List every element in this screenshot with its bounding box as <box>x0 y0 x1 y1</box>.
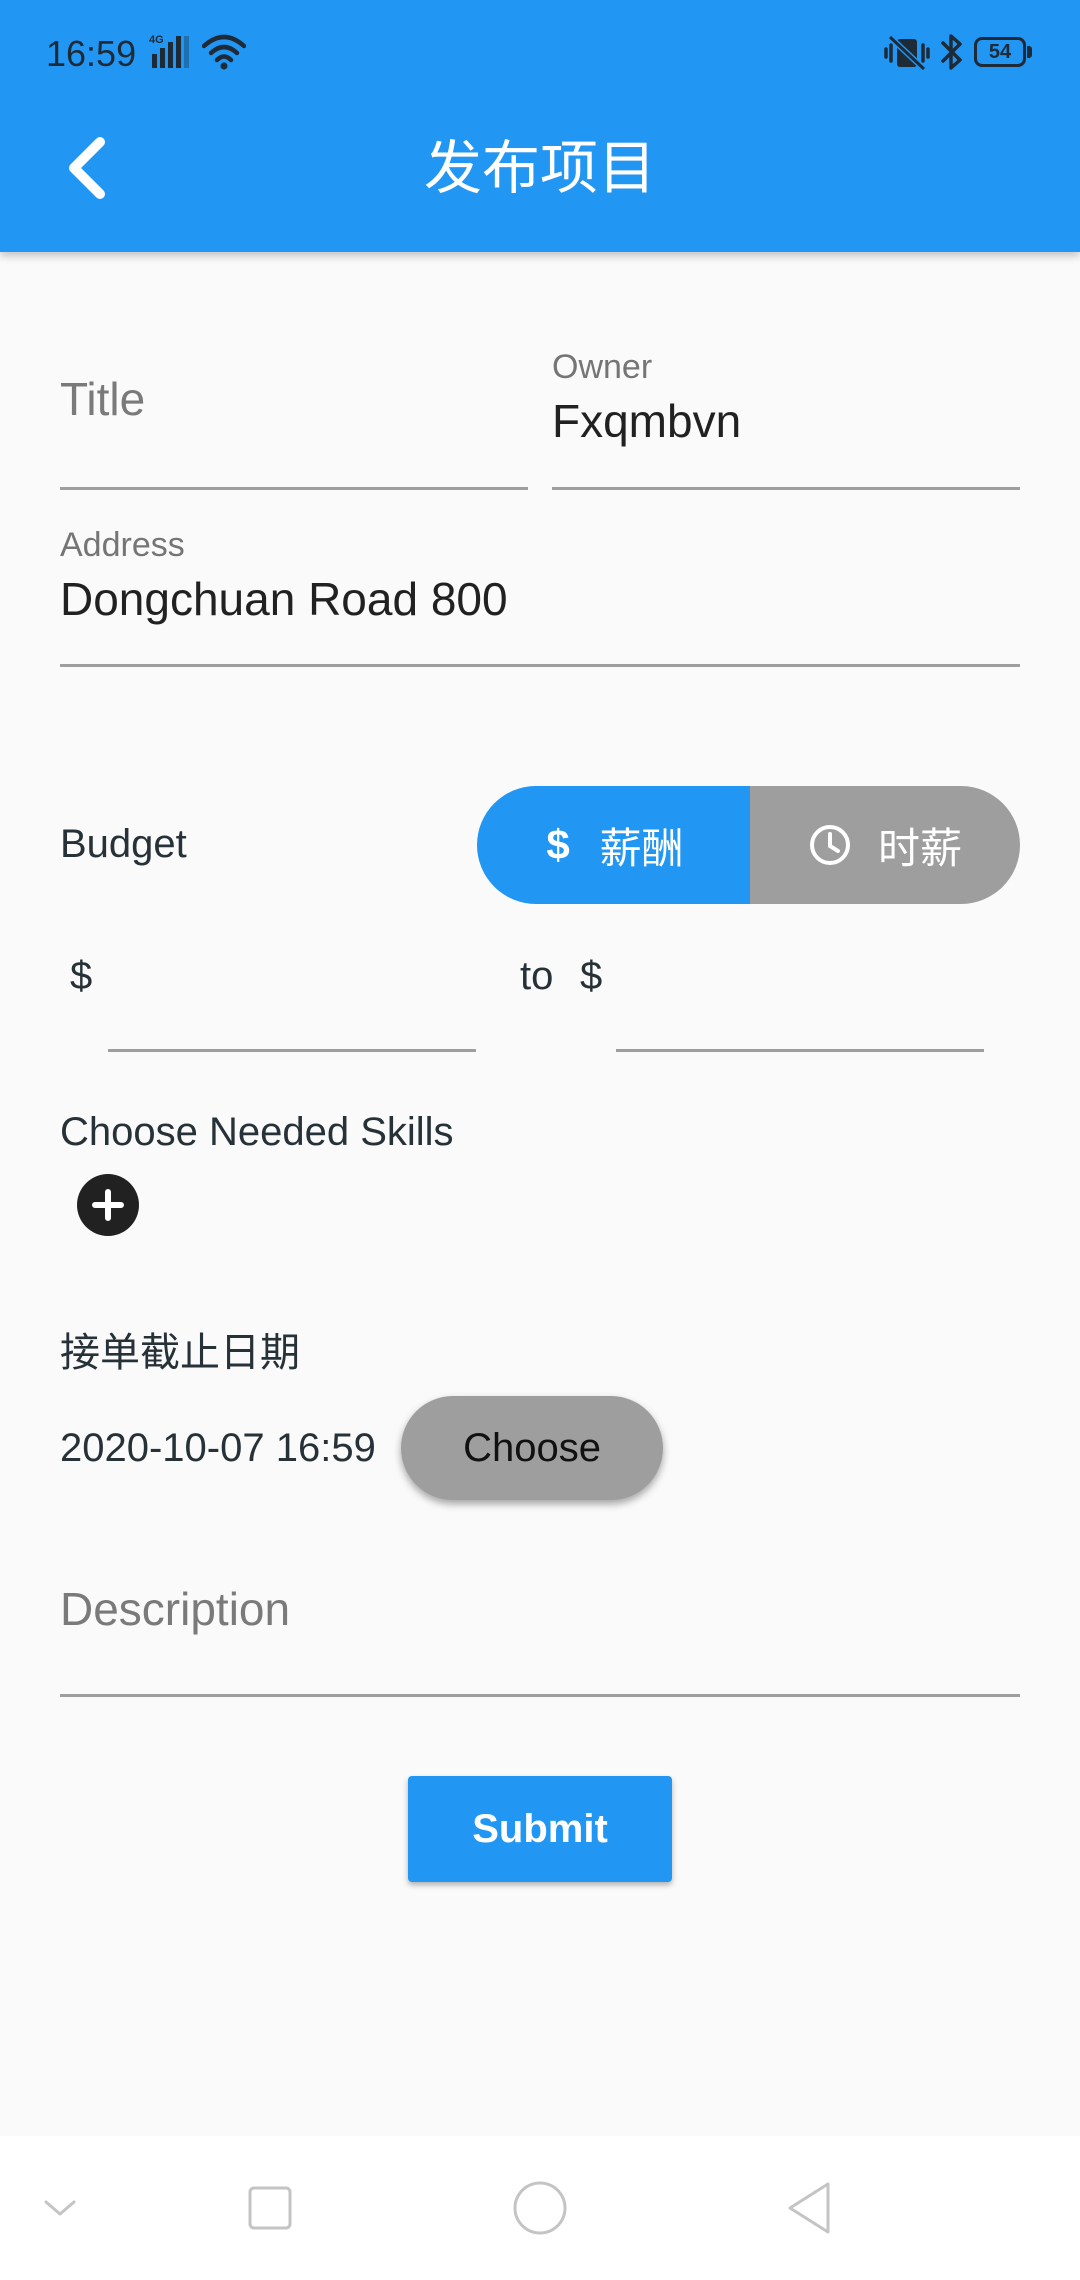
network-type: 4G <box>149 34 164 46</box>
page-title: 发布项目 <box>423 136 656 201</box>
battery-icon: 54 <box>974 37 1026 67</box>
owner-label: Owner <box>552 348 653 386</box>
submit-button[interactable]: Submit <box>408 1776 672 1882</box>
system-nav-bar <box>0 2136 1080 2280</box>
back-button[interactable] <box>44 122 128 214</box>
deadline-label: 接单截止日期 <box>60 1331 300 1375</box>
back-icon <box>788 2182 830 2234</box>
title-placeholder: Title <box>60 373 146 425</box>
add-skill-button[interactable] <box>77 1174 139 1236</box>
description-field[interactable]: Description <box>60 1540 1020 1697</box>
svg-text:$: $ <box>547 821 570 868</box>
wifi-icon <box>201 34 247 70</box>
signal-icon: 4G <box>148 32 192 72</box>
budget-min-input[interactable] <box>108 930 476 1052</box>
choose-date-label: Choose <box>463 1425 601 1470</box>
nav-recents-button[interactable] <box>220 2160 320 2256</box>
collapse-icon <box>44 2200 76 2216</box>
toggle-salary[interactable]: $ 薪酬 <box>477 786 750 904</box>
title-field[interactable]: Title <box>60 330 528 490</box>
address-field[interactable]: Address Dongchuan Road 800 <box>60 510 1020 667</box>
back-arrow-icon <box>69 137 105 199</box>
deadline-value: 2020-10-07 16:59 <box>60 1426 376 1470</box>
owner-field[interactable]: Owner Fxqmbvn <box>552 330 1020 490</box>
toggle-hourly[interactable]: 时薪 <box>750 786 1020 904</box>
add-circle-icon <box>92 1189 124 1221</box>
home-icon <box>513 2181 567 2235</box>
clock-icon <box>808 823 852 867</box>
app-bar: 16:59 4G 54 发布项目 <box>0 0 1080 252</box>
description-placeholder: Description <box>60 1583 291 1635</box>
budget-max-input[interactable] <box>616 930 984 1052</box>
recents-icon <box>248 2186 292 2230</box>
owner-value: Fxqmbvn <box>552 395 742 447</box>
budget-min-prefix: $ <box>70 954 93 998</box>
bluetooth-icon <box>940 32 964 72</box>
battery-level: 54 <box>988 41 1012 63</box>
toggle-hourly-label: 时薪 <box>877 824 962 872</box>
nav-home-button[interactable] <box>490 2160 590 2256</box>
budget-label: Budget <box>60 822 187 866</box>
nav-collapse-button[interactable] <box>10 2160 110 2256</box>
toggle-salary-label: 薪酬 <box>599 824 684 872</box>
address-label: Address <box>60 526 185 564</box>
budget-type-toggle[interactable]: $ 薪酬 时薪 <box>477 786 1020 904</box>
submit-label: Submit <box>472 1806 608 1851</box>
vibrate-mute-icon <box>884 34 930 72</box>
dollar-icon: $ <box>543 821 573 869</box>
skills-label: Choose Needed Skills <box>60 1110 454 1154</box>
status-bar: 16:59 4G 54 <box>0 0 1080 110</box>
budget-to-label: to <box>520 954 554 998</box>
battery-tip <box>1027 46 1032 58</box>
address-value: Dongchuan Road 800 <box>60 573 508 625</box>
nav-back-button[interactable] <box>760 2160 860 2256</box>
status-time: 16:59 <box>46 33 137 74</box>
choose-date-button[interactable]: Choose <box>401 1396 663 1500</box>
budget-max-prefix: $ <box>580 954 603 998</box>
